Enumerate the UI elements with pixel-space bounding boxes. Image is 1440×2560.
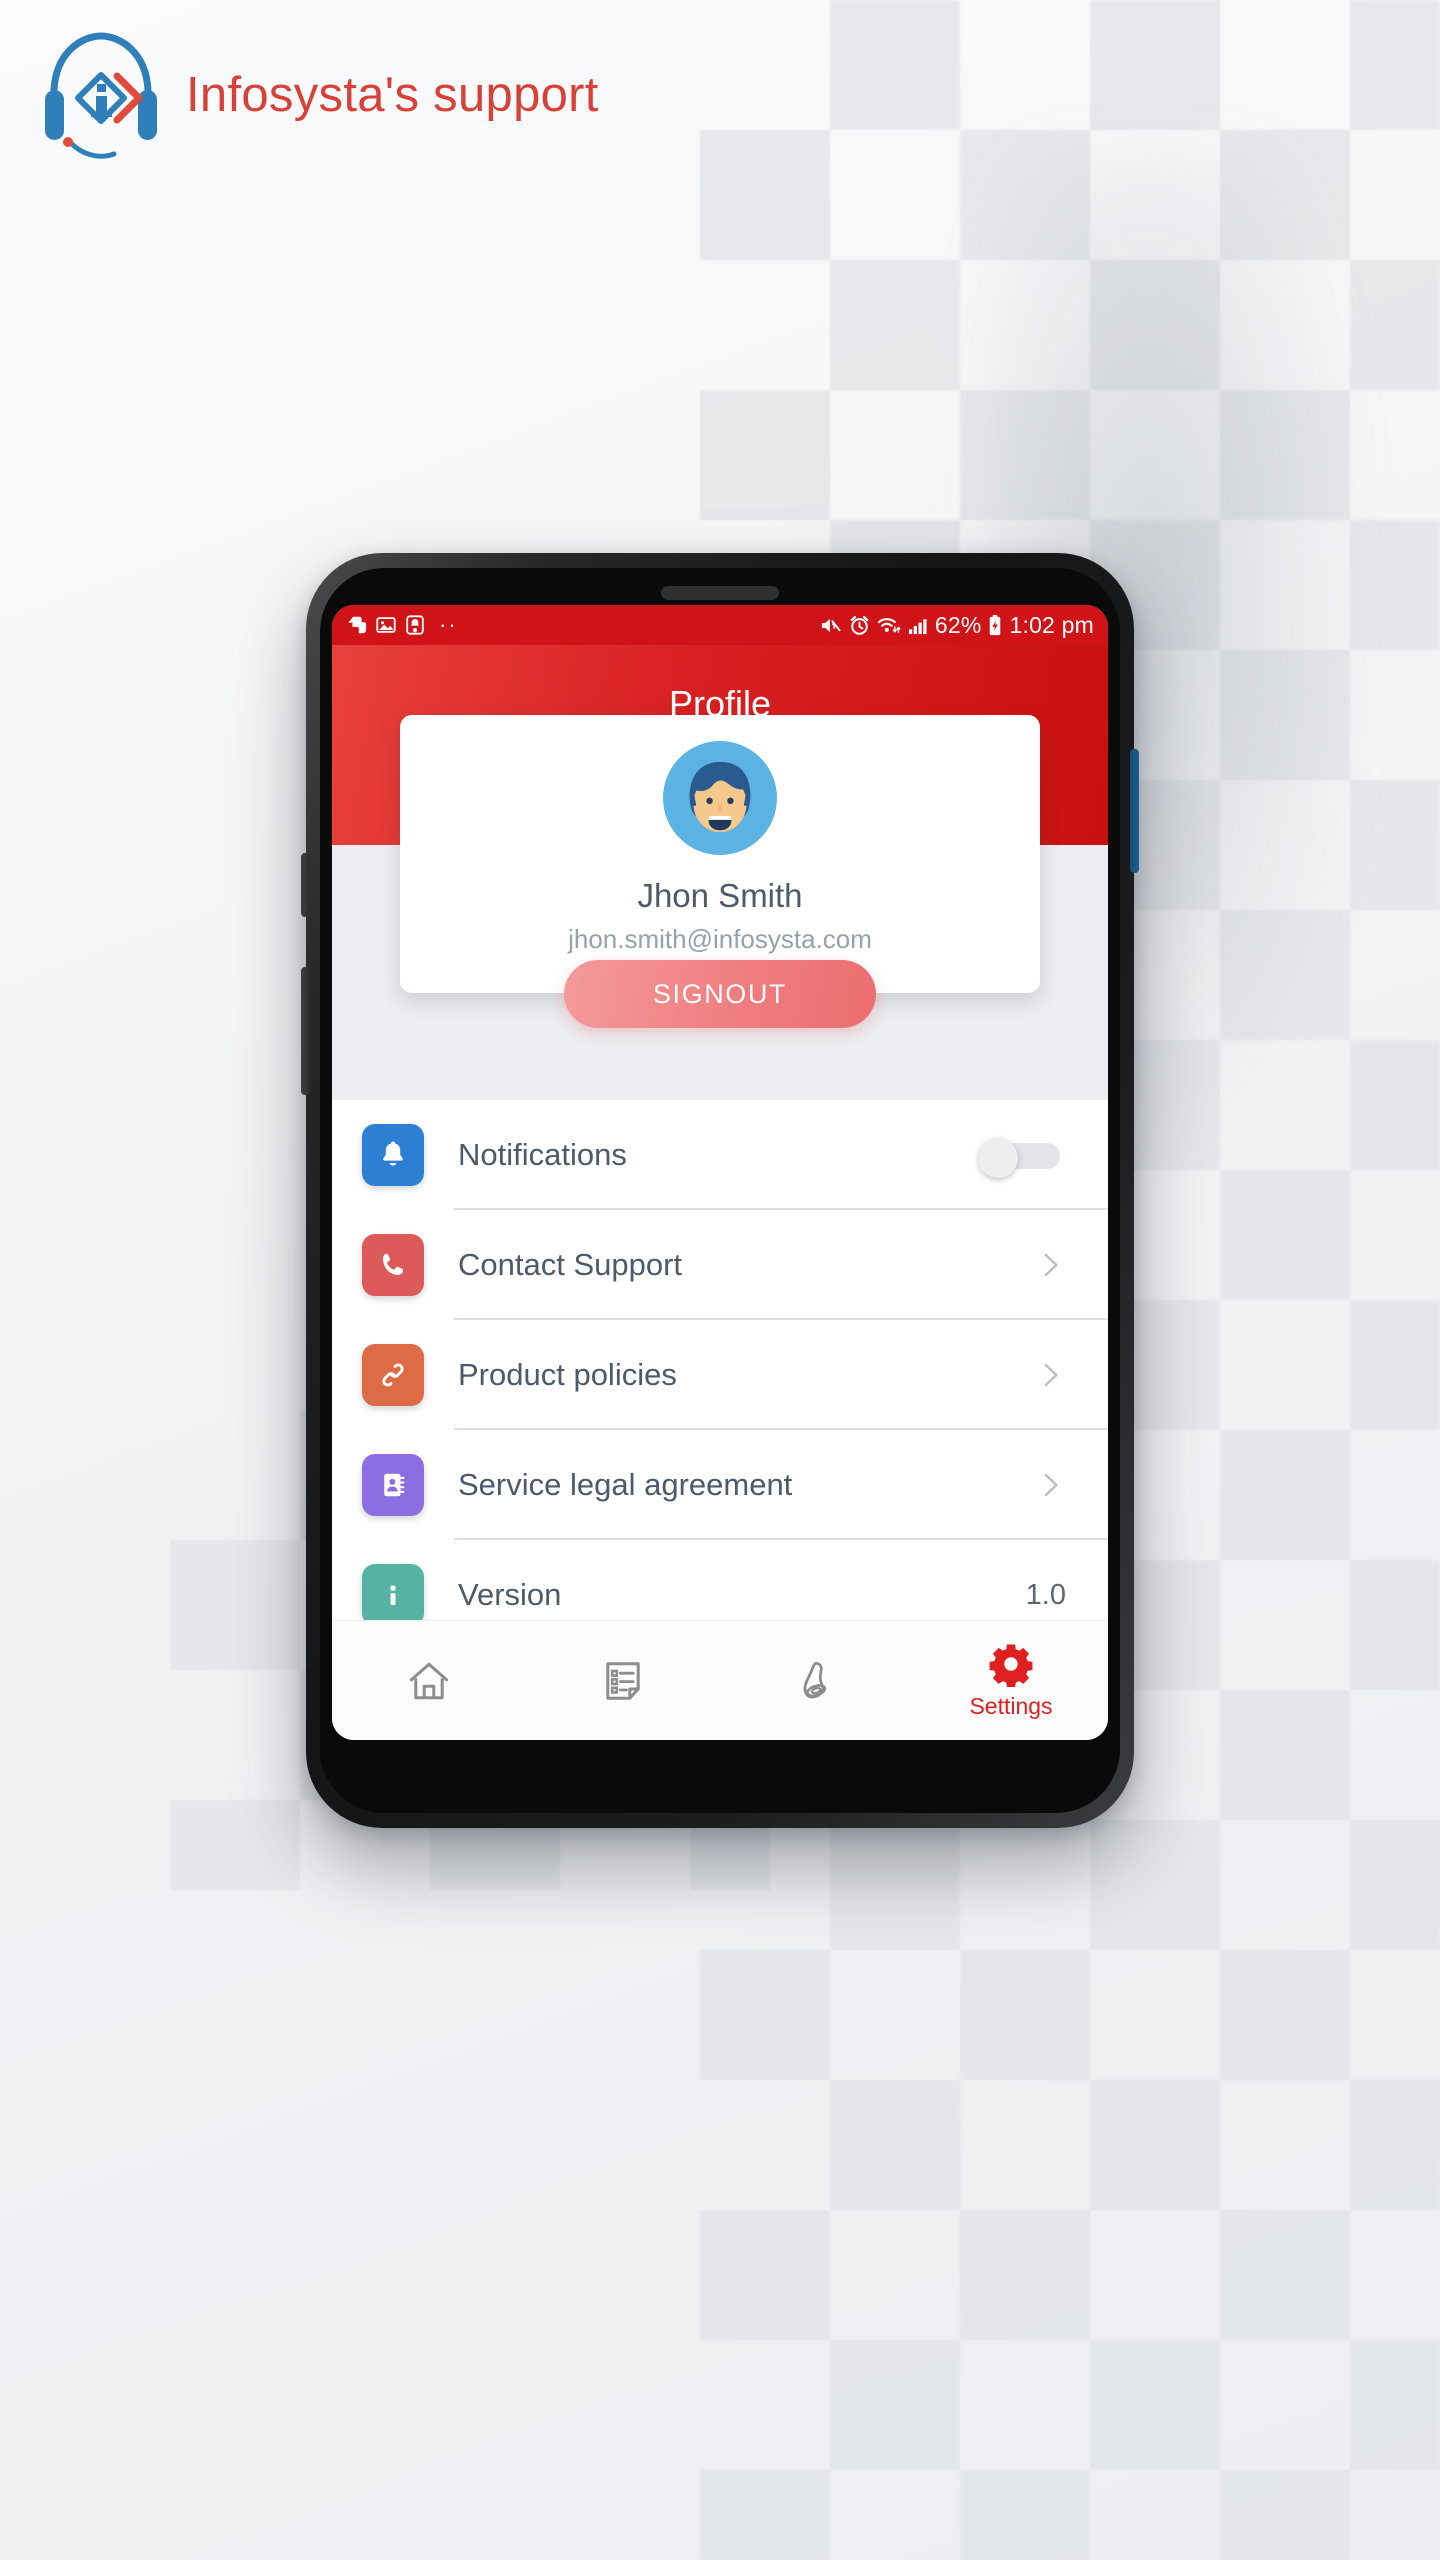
home-icon — [409, 1662, 449, 1699]
version-value: 1.0 — [1025, 1578, 1066, 1611]
clock-label: 1:02 pm — [1009, 611, 1094, 638]
settings-row-label: Product policies — [458, 1357, 677, 1392]
phone-mockup: ·· 62% 1:02 pm Profile Jhon Smith jhon.s… — [301, 553, 1139, 1828]
settings-row-label: Version — [458, 1577, 562, 1612]
phone-screen: ·· 62% 1:02 pm Profile Jhon Smith jhon.s… — [332, 605, 1108, 1740]
gallery-image-icon — [376, 617, 396, 633]
phone-icon — [362, 1234, 424, 1296]
status-bar: ·· 62% 1:02 pm — [332, 605, 1108, 645]
nav-item-notifications[interactable] — [720, 1621, 914, 1740]
chevron-right-icon — [1044, 1363, 1058, 1387]
profile-name: Jhon Smith — [637, 877, 803, 914]
volume-down-button[interactable] — [301, 967, 310, 1095]
power-button[interactable] — [1130, 749, 1139, 873]
bottom-navigation-bar: Settings — [332, 1620, 1108, 1740]
wifi-icon — [877, 617, 901, 633]
list-document-icon — [606, 1661, 640, 1700]
profile-card: Jhon Smith jhon.smith@infosysta.com SIGN… — [400, 715, 1040, 1028]
evernote-icon — [348, 616, 367, 634]
toggle-thumb — [978, 1138, 1018, 1178]
bell-icon — [362, 1124, 424, 1186]
settings-row-contact-support[interactable]: Contact Support — [332, 1210, 1108, 1320]
brand-header: Infosysta's support — [38, 28, 599, 162]
settings-row-label: Notifications — [458, 1137, 627, 1172]
settings-row-notifications[interactable]: Notifications — [332, 1100, 1108, 1210]
nav-item-requests[interactable] — [526, 1621, 720, 1740]
chevron-right-icon — [1044, 1253, 1058, 1277]
nav-item-label: Settings — [969, 1693, 1053, 1719]
volume-up-button[interactable] — [301, 853, 310, 917]
gear-icon — [989, 1644, 1033, 1687]
settings-row-service-legal-agreement[interactable]: Service legal agreement — [332, 1430, 1108, 1540]
signout-button[interactable]: SIGNOUT — [564, 960, 876, 1028]
settings-list: Notifications Contact Support Product po… — [332, 1100, 1108, 1650]
contact-card-icon — [362, 1454, 424, 1516]
status-bar-overflow-dots: ·· — [439, 612, 458, 637]
alarm-icon — [850, 615, 869, 635]
bell-outline-icon — [803, 1661, 827, 1698]
brand-name: Infosysta's support — [186, 67, 599, 122]
settings-row-label: Service legal agreement — [458, 1467, 793, 1502]
settings-row-label: Contact Support — [458, 1247, 683, 1282]
link-chain-icon — [362, 1344, 424, 1406]
profile-email: jhon.smith@infosysta.com — [568, 924, 872, 954]
charging-battery-icon — [990, 614, 1001, 635]
info-icon — [362, 1564, 424, 1626]
signal-bars-icon — [908, 618, 927, 634]
mute-icon — [821, 618, 841, 632]
earpiece-speaker — [661, 586, 779, 600]
settings-row-product-policies[interactable]: Product policies — [332, 1320, 1108, 1430]
app-content: Jhon Smith jhon.smith@infosysta.com SIGN… — [332, 715, 1108, 1740]
status-bar-right-icons: 62% 1:02 pm — [819, 611, 1094, 638]
nav-item-home[interactable] — [332, 1621, 526, 1740]
battery-percent-label: 62% — [934, 611, 982, 638]
alarm-notification-icon — [406, 615, 424, 635]
notifications-toggle[interactable] — [978, 1138, 1060, 1178]
nav-item-settings[interactable]: Settings — [914, 1621, 1108, 1740]
status-bar-left-icons: ·· — [346, 614, 458, 636]
user-avatar-illustration-icon — [663, 741, 777, 855]
infosysta-headset-logo-icon — [45, 32, 157, 159]
chevron-right-icon — [1044, 1473, 1058, 1497]
